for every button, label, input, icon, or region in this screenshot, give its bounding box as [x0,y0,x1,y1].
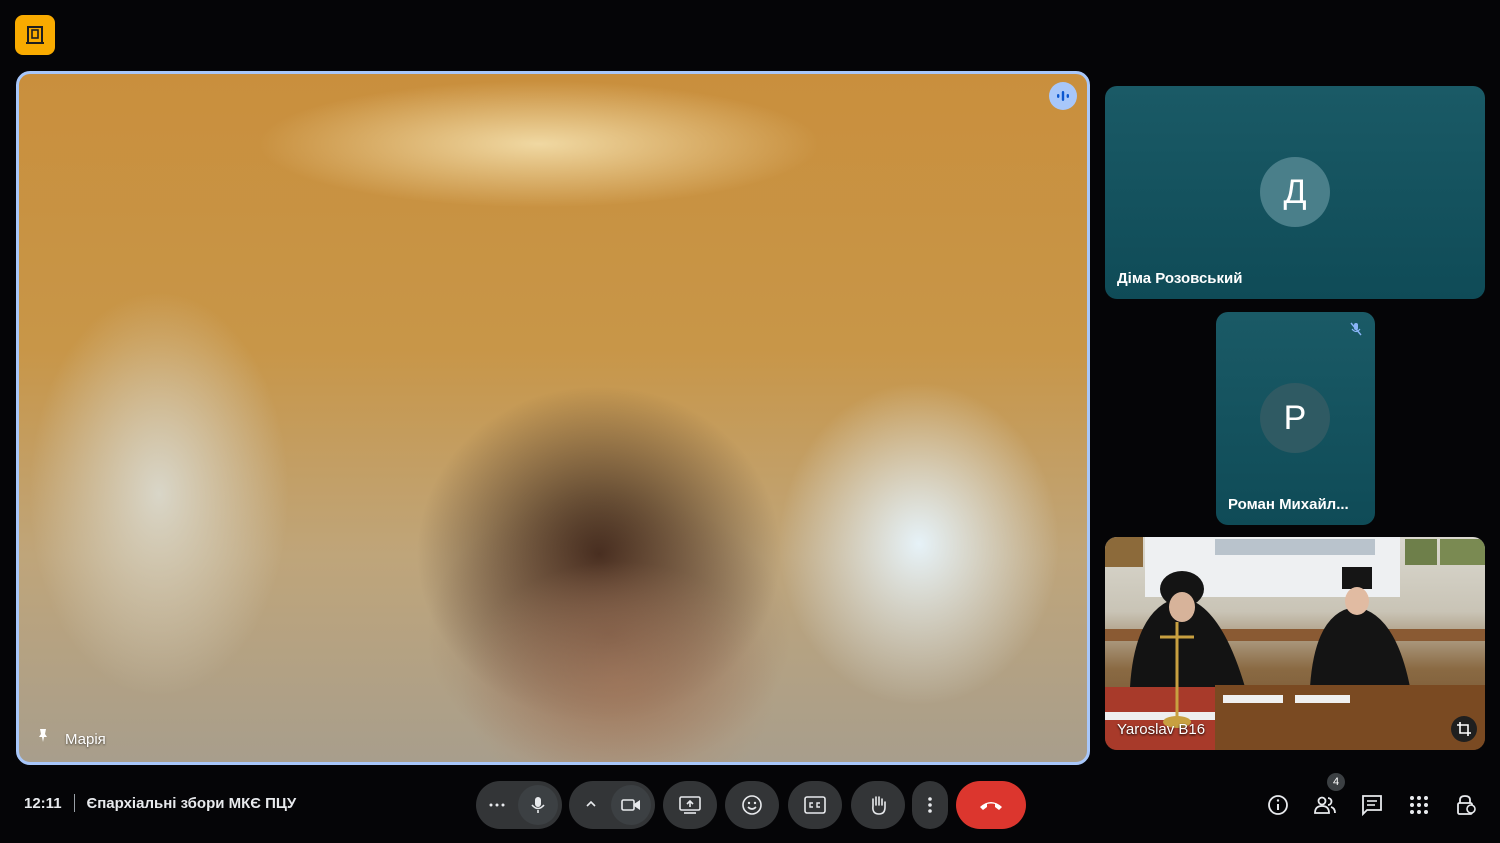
microphone-button[interactable] [518,785,558,825]
activities-button[interactable] [1406,792,1432,818]
microphone-icon [531,797,545,813]
main-video-tile[interactable]: Марія [16,71,1090,765]
camera-group [569,781,655,829]
participant-name: Роман Михайл... [1228,496,1349,513]
meeting-info: 12:11 Єпархіальні збори МКЄ ПЦУ [24,794,296,812]
avatar-initial: Р [1283,398,1307,437]
speaking-indicator-icon [1049,82,1077,110]
participant-tile-yaroslav[interactable]: Yaroslav B16 [1105,537,1485,750]
participant-tile-dima[interactable]: Д Діма Розовський [1105,86,1485,299]
avatar: Р [1260,383,1330,453]
present-button[interactable] [663,781,717,829]
avatar: Д [1260,157,1330,227]
lock-person-icon [1457,795,1476,815]
info-icon [1268,795,1288,815]
room-video-image [1105,537,1485,750]
door-icon [26,26,44,44]
raise-hand-button[interactable] [851,781,905,829]
raise-hand-icon [872,796,886,815]
chevron-up-icon[interactable] [583,796,599,817]
mic-group [476,781,562,829]
more-button[interactable] [912,781,948,829]
present-screen-icon [679,796,701,814]
meeting-time: 12:11 [24,794,62,812]
more-options-icon[interactable] [488,796,506,819]
meet-logo [15,15,55,55]
captions-button[interactable] [788,781,842,829]
crop-icon[interactable] [1451,716,1477,742]
participant-name: Yaroslav B16 [1117,721,1206,738]
chat-icon [1362,795,1382,816]
people-count-badge: 4 [1327,773,1345,791]
apps-grid-icon [1410,796,1428,814]
end-call-icon [980,802,1002,810]
end-call-button[interactable] [956,781,1026,829]
emoji-icon [742,795,762,815]
pinned-icon [35,727,51,748]
camera-button[interactable] [611,785,651,825]
more-vert-icon [928,797,932,813]
reactions-button[interactable] [725,781,779,829]
people-button[interactable] [1312,792,1338,818]
camera-icon [621,799,640,811]
mic-off-icon [1349,322,1363,341]
participant-tile-roman[interactable]: Р Роман Михайл... [1216,312,1375,525]
meeting-title: Єпархіальні збори МКЄ ПЦУ [86,794,297,812]
people-icon [1314,796,1336,814]
avatar-initial: Д [1283,172,1307,211]
main-participant-name: Марія [65,731,106,748]
captions-icon [804,796,826,814]
meeting-details-button[interactable] [1265,792,1291,818]
participant-name: Діма Розовський [1117,270,1243,287]
bottom-control-bar: 12:11 Єпархіальні збори МКЄ ПЦУ [0,770,1500,843]
divider [73,794,75,812]
chat-button[interactable] [1359,792,1385,818]
host-controls-button[interactable] [1453,792,1479,818]
